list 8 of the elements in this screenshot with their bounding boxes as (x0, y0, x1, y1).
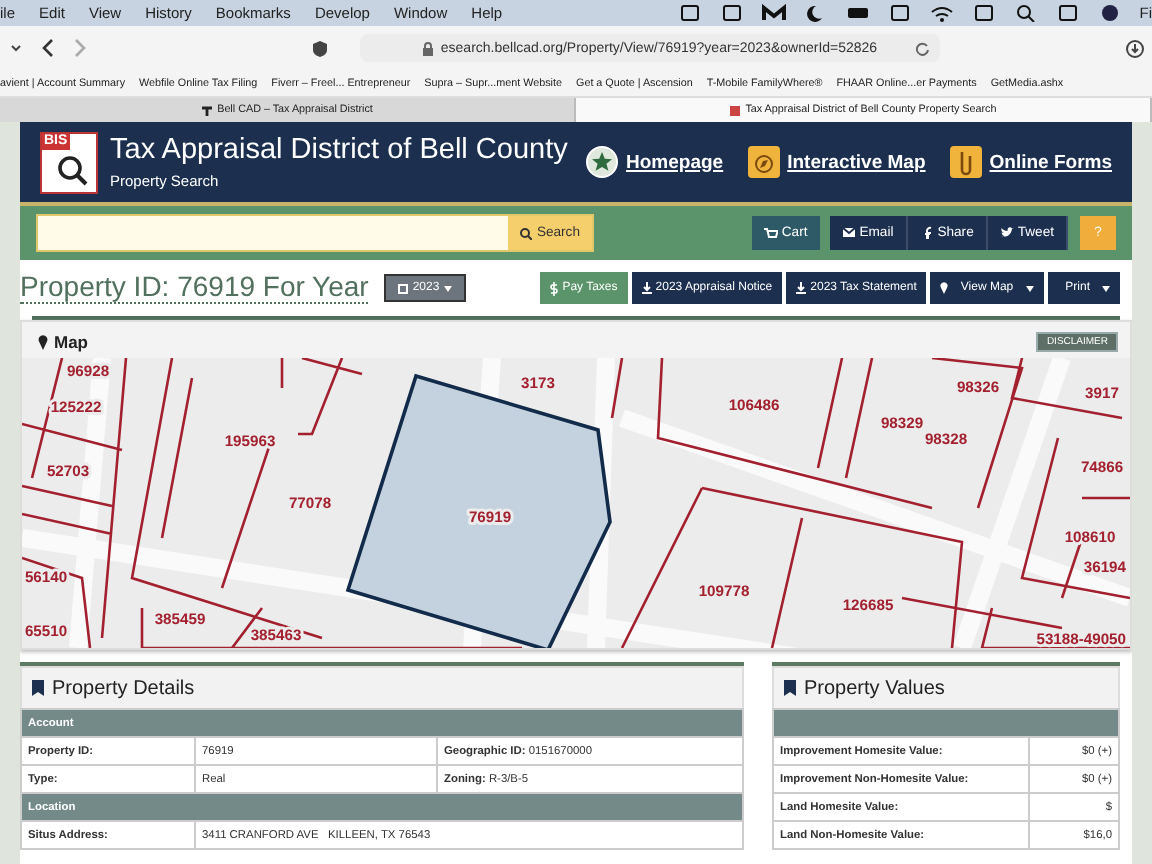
panel-title: Property Values (804, 677, 945, 699)
nav-link[interactable]: Interactive Map (787, 151, 926, 173)
nav-link[interactable]: Online Forms (989, 151, 1112, 173)
panel-title: Map (54, 331, 88, 351)
nav-link[interactable]: Homepage (626, 151, 724, 173)
site-title: Tax Appraisal District of Bell County (110, 134, 568, 166)
property-title: Property ID: 76919 For Year (20, 272, 369, 304)
panel-title: Property Details (52, 677, 195, 699)
